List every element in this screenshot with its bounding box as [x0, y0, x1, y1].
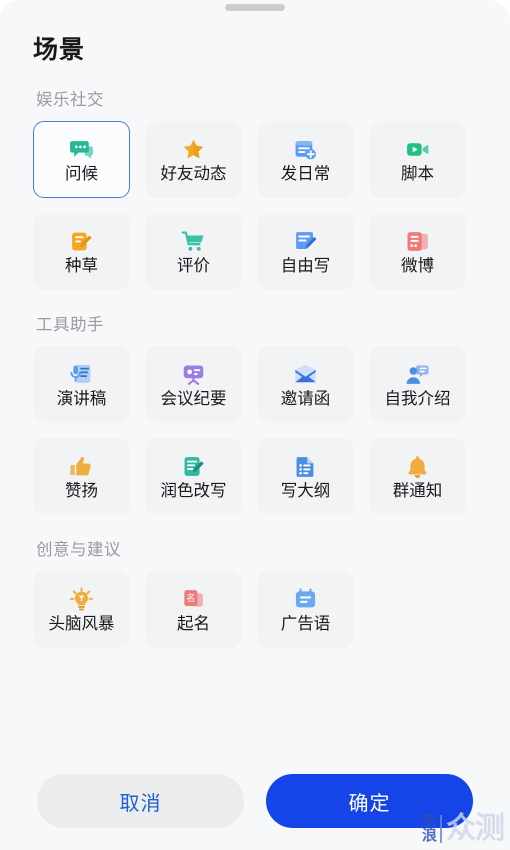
confirm-button[interactable]: 确定: [266, 774, 473, 828]
scene-card-label: 头脑风暴: [48, 615, 115, 634]
scene-card[interactable]: 自我介绍: [369, 346, 466, 423]
microphone-scroll-icon: [68, 361, 96, 387]
section-title: 娱乐社交: [36, 91, 104, 109]
scene-section: 工具助手演讲稿 会议纪要 邀请函 自我介绍赞扬 润色改写 写大纲 群通知: [0, 311, 510, 515]
section-title: 创意与建议: [36, 541, 121, 559]
scene-card[interactable]: 广告语: [257, 571, 354, 648]
lightbulb-icon: [68, 586, 96, 612]
scene-card-label: 润色改写: [160, 482, 227, 501]
scene-card[interactable]: 润色改写: [145, 438, 242, 515]
outline-list-icon: [292, 453, 320, 479]
weibo-card-icon: [404, 228, 432, 254]
scene-card-label: 微博: [401, 257, 434, 276]
scene-card[interactable]: 赞扬: [33, 438, 130, 515]
calendar-plus-icon: [292, 136, 320, 162]
shopping-cart-icon: [180, 228, 208, 254]
scene-card-label: 邀请函: [280, 390, 331, 409]
scene-card[interactable]: 邀请函: [257, 346, 354, 423]
scene-card-label: 好友动态: [160, 165, 227, 184]
scene-card-label: 赞扬: [65, 482, 98, 501]
scene-list: 娱乐社交问候 好友动态 发日常 脚本种草 评价 自由写 微博工具助手演讲稿 会议纪要 邀请函 自我…: [0, 86, 510, 752]
scene-card[interactable]: 写大纲: [257, 438, 354, 515]
section-title: 工具助手: [36, 316, 104, 334]
cancel-button[interactable]: 取消: [37, 774, 244, 828]
scene-card-label: 自我介绍: [384, 390, 451, 409]
scene-card-label: 发日常: [280, 165, 331, 184]
person-speech-icon: [404, 361, 432, 387]
scene-card[interactable]: 好友动态: [145, 121, 242, 198]
scene-card-label: 问候: [65, 165, 98, 184]
scene-card[interactable]: 会议纪要: [145, 346, 242, 423]
scene-card-label: 脚本: [401, 165, 434, 184]
scene-card[interactable]: 群通知: [369, 438, 466, 515]
document-edit-icon: [180, 453, 208, 479]
scene-section: 娱乐社交问候 好友动态 发日常 脚本种草 评价 自由写 微博: [0, 86, 510, 290]
note-pencil-icon: [68, 228, 96, 254]
scene-card-label: 起名: [177, 615, 210, 634]
presentation-icon: [180, 361, 208, 387]
scene-card-label: 群通知: [392, 482, 443, 501]
ad-board-icon: [292, 586, 320, 612]
bell-icon: [404, 453, 432, 479]
scene-picker-sheet: 场景 娱乐社交问候 好友动态 发日常 脚本种草 评价 自由写 微博工具助手演讲稿 会议纪要 邀请…: [0, 0, 510, 850]
scene-card[interactable]: 发日常: [257, 121, 354, 198]
sheet-drag-handle[interactable]: [225, 4, 285, 11]
page-title: 场景: [33, 36, 86, 64]
write-pen-icon: [292, 228, 320, 254]
scene-card-grid: 演讲稿 会议纪要 邀请函 自我介绍赞扬 润色改写 写大纲 群通知: [33, 346, 477, 515]
scene-card-grid: 问候 好友动态 发日常 脚本种草 评价 自由写 微博: [33, 121, 477, 290]
scene-card-label: 演讲稿: [56, 390, 107, 409]
video-camera-icon: [404, 136, 432, 162]
sheet-footer: 取消 确定: [0, 752, 510, 850]
name-card-icon: 名: [180, 586, 208, 612]
scene-card-label: 评价: [177, 257, 210, 276]
star-icon: [180, 136, 208, 162]
chat-bubble-icon: [68, 136, 96, 162]
scene-card[interactable]: 脚本: [369, 121, 466, 198]
scene-section: 创意与建议 头脑风暴名起名 广告语: [0, 536, 510, 648]
scene-card-selected[interactable]: 问候: [33, 121, 130, 198]
scene-card[interactable]: 头脑风暴: [33, 571, 130, 648]
scene-card[interactable]: 演讲稿: [33, 346, 130, 423]
scene-card-grid: 头脑风暴名起名 广告语: [33, 571, 477, 648]
scene-card[interactable]: 自由写: [257, 213, 354, 290]
envelope-icon: [292, 361, 320, 387]
scene-card[interactable]: 名起名: [145, 571, 242, 648]
scene-card-label: 种草: [65, 257, 98, 276]
thumbs-up-icon: [68, 453, 96, 479]
scene-card[interactable]: 种草: [33, 213, 130, 290]
scene-card[interactable]: 评价: [145, 213, 242, 290]
scene-card-label: 写大纲: [280, 482, 331, 501]
svg-text:名: 名: [186, 592, 195, 604]
scene-card[interactable]: 微博: [369, 213, 466, 290]
scene-card-label: 会议纪要: [160, 390, 227, 409]
scene-card-label: 广告语: [280, 615, 331, 634]
scene-card-label: 自由写: [280, 257, 331, 276]
